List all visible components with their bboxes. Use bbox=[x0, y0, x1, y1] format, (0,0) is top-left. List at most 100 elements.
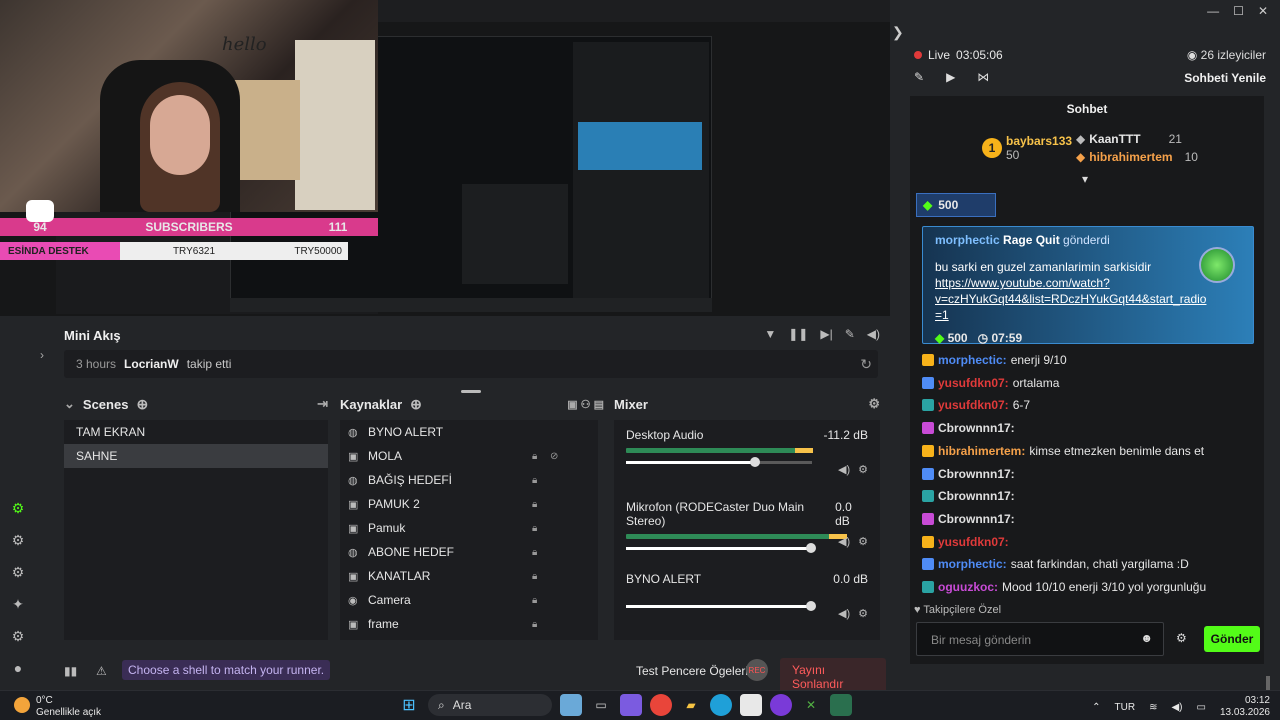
refresh-icon[interactable]: ↻ bbox=[860, 356, 872, 373]
pinned-gift[interactable]: ◆ 500 bbox=[916, 193, 996, 217]
battery-icon[interactable]: ▭ bbox=[1196, 702, 1205, 713]
expand-arrow-icon[interactable]: ▾ bbox=[1082, 172, 1088, 186]
highlight-link[interactable]: v=czHYukGqt44&list=RDczHYukGqt44&start_r… bbox=[935, 291, 1241, 307]
windows-start-icon[interactable]: ⊞ bbox=[398, 694, 420, 716]
highlight-user[interactable]: morphectic bbox=[935, 233, 1000, 247]
volume-icon[interactable]: ◀) bbox=[867, 327, 880, 341]
copilot-icon[interactable] bbox=[620, 694, 642, 716]
source-tools-icon[interactable]: ▣ ⚇ ▤ bbox=[567, 398, 604, 411]
source-item[interactable]: ◍ BYNO ALERT bbox=[340, 420, 598, 444]
volume-knob[interactable] bbox=[806, 601, 816, 611]
record-button[interactable]: REC bbox=[746, 659, 768, 681]
clip-icon[interactable]: ▶ bbox=[946, 70, 955, 84]
task-view-icon[interactable]: ▭ bbox=[590, 694, 612, 716]
store-icon[interactable] bbox=[740, 694, 762, 716]
chat-username[interactable]: yusufdkn07: bbox=[938, 535, 1009, 549]
language-indicator[interactable]: TUR bbox=[1115, 702, 1136, 713]
shell-tip[interactable]: Choose a shell to match your runner. bbox=[122, 660, 331, 680]
refresh-chat-button[interactable]: Sohbeti Yenile bbox=[1184, 71, 1266, 85]
volume-slider[interactable] bbox=[626, 601, 816, 611]
gear-icon[interactable]: ⚙ bbox=[858, 535, 868, 548]
pencil-icon[interactable]: ✎ bbox=[914, 70, 924, 84]
lock-icon[interactable]: 🔒︎ bbox=[532, 595, 537, 606]
share-icon[interactable]: ⋈ bbox=[977, 70, 989, 84]
chat-username[interactable]: Cbrownnn17: bbox=[938, 489, 1015, 503]
source-item[interactable]: ▣ Pamuk 🔒︎ bbox=[340, 516, 598, 540]
speaker-icon[interactable]: ◀) bbox=[838, 463, 850, 476]
leader-user[interactable]: baybars133 bbox=[1006, 134, 1072, 148]
volume-icon[interactable]: ◀) bbox=[1171, 702, 1182, 713]
magic-icon[interactable]: ✦ bbox=[12, 596, 24, 614]
source-item[interactable]: ◉ Camera 🔒︎ bbox=[340, 588, 598, 612]
add-scene-icon[interactable]: ⊕ bbox=[136, 396, 148, 413]
gear-icon[interactable]: ⚙ bbox=[1176, 631, 1187, 645]
chat-input[interactable]: Bir mesaj gönderin ☻ bbox=[916, 622, 1164, 656]
chevron-up-icon[interactable]: ⌃ bbox=[1092, 702, 1100, 713]
speaker-icon[interactable]: ◀) bbox=[838, 607, 850, 620]
folder-icon[interactable]: ▰ bbox=[680, 694, 702, 716]
user-icon[interactable]: ● bbox=[14, 660, 22, 678]
gear-icon[interactable]: ⚙ bbox=[868, 396, 880, 412]
chrome-icon[interactable] bbox=[650, 694, 672, 716]
volume-slider[interactable] bbox=[626, 457, 812, 467]
volume-slider[interactable] bbox=[626, 543, 816, 553]
mute-alerts-icon[interactable]: ✎ bbox=[845, 327, 855, 341]
lock-icon[interactable]: 🔒︎ bbox=[532, 547, 537, 558]
plugin-icon[interactable]: ⚙ bbox=[12, 500, 25, 518]
chevron-right-icon[interactable]: ❯ bbox=[892, 24, 904, 41]
widgets-icon[interactable] bbox=[560, 694, 582, 716]
source-item[interactable]: ▣ PAMUK 2 🔒︎ bbox=[340, 492, 598, 516]
close-icon[interactable]: ✕ bbox=[1258, 4, 1268, 18]
chat-username[interactable]: morphectic: bbox=[938, 557, 1007, 571]
maximize-icon[interactable]: ☐ bbox=[1233, 4, 1244, 18]
chat-username[interactable]: Cbrownnn17: bbox=[938, 467, 1015, 481]
leader-user[interactable]: KaanTTT bbox=[1089, 132, 1140, 146]
obs-icon[interactable] bbox=[770, 694, 792, 716]
speaker-icon[interactable]: ◀) bbox=[838, 535, 850, 548]
chevron-down-icon[interactable]: ⌄ bbox=[64, 396, 75, 412]
send-button[interactable]: Gönder bbox=[1204, 626, 1260, 652]
chat-username[interactable]: Cbrownnn17: bbox=[938, 421, 1015, 435]
chat-username[interactable]: yusufdkn07: bbox=[938, 398, 1009, 412]
scene-item[interactable]: TAM EKRAN bbox=[64, 420, 328, 444]
warning-icon[interactable]: ⚠ bbox=[96, 664, 107, 678]
collapse-icon[interactable]: ⇥ bbox=[317, 396, 328, 412]
theme-icon[interactable]: ⚙ bbox=[12, 532, 25, 550]
chat-username[interactable]: oguuzkoc: bbox=[938, 580, 998, 594]
minimize-icon[interactable]: — bbox=[1207, 4, 1219, 18]
gear-icon[interactable]: ⚙ bbox=[858, 607, 868, 620]
chat-username[interactable]: hibrahimertem: bbox=[938, 444, 1025, 458]
emoji-icon[interactable]: ☻ bbox=[1140, 631, 1153, 645]
edge-icon[interactable] bbox=[710, 694, 732, 716]
add-source-icon[interactable]: ⊕ bbox=[410, 396, 422, 413]
lock-icon[interactable]: 🔒︎ bbox=[532, 499, 537, 510]
source-item[interactable]: ▣ frame 🔒︎ bbox=[340, 612, 598, 636]
source-item[interactable]: ◍ ABONE HEDEF 🔒︎ bbox=[340, 540, 598, 564]
filter-icon[interactable]: ▼ bbox=[764, 327, 776, 341]
clock[interactable]: 03:12 13.03.2026 bbox=[1220, 695, 1270, 719]
test-window-items[interactable]: Test Pencere Ögeleri bbox=[636, 664, 748, 678]
chat-username[interactable]: Cbrownnn17: bbox=[938, 512, 1015, 526]
scene-item-selected[interactable]: SAHNE bbox=[64, 444, 328, 468]
eye-hidden-icon[interactable]: ⊘ bbox=[550, 451, 558, 462]
leader-user[interactable]: hibrahimertem bbox=[1089, 150, 1172, 164]
highlight-link[interactable]: =1 bbox=[935, 307, 1241, 323]
lock-icon[interactable]: 🔒︎ bbox=[532, 571, 537, 582]
gear-icon[interactable]: ⚙ bbox=[858, 463, 868, 476]
kick-studio-icon[interactable] bbox=[830, 694, 852, 716]
gear-icon[interactable]: ⚙ bbox=[12, 628, 25, 646]
wifi-icon[interactable]: ≋ bbox=[1149, 702, 1157, 713]
lock-icon[interactable]: 🔒︎ bbox=[532, 451, 537, 462]
stats-icon[interactable]: ▮▮ bbox=[64, 664, 77, 678]
volume-knob[interactable] bbox=[750, 457, 761, 467]
search-box[interactable]: ⌕ Ara bbox=[428, 694, 552, 716]
chat-username[interactable]: yusufdkn07: bbox=[938, 376, 1009, 390]
lock-icon[interactable]: 🔒︎ bbox=[532, 475, 537, 486]
highlight-link[interactable]: https://www.youtube.com/watch? bbox=[935, 275, 1241, 291]
pause-icon[interactable]: ❚❚ bbox=[788, 327, 808, 341]
chevron-right-icon[interactable]: › bbox=[40, 348, 44, 362]
chat-username[interactable]: morphectic: bbox=[938, 353, 1007, 367]
lock-icon[interactable]: 🔒︎ bbox=[532, 619, 537, 630]
weather-widget[interactable]: 0°C Genellikle açık bbox=[14, 695, 101, 719]
volume-knob[interactable] bbox=[806, 543, 816, 553]
